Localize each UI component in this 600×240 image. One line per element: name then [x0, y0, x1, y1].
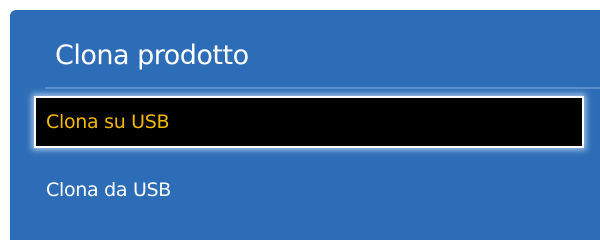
menu-item-clone-to-usb[interactable]: Clona su USB — [36, 98, 582, 146]
menu-item-clone-from-usb[interactable]: Clona da USB — [36, 166, 582, 214]
title-divider — [45, 87, 600, 89]
panel-title: Clona prodotto — [55, 40, 249, 71]
